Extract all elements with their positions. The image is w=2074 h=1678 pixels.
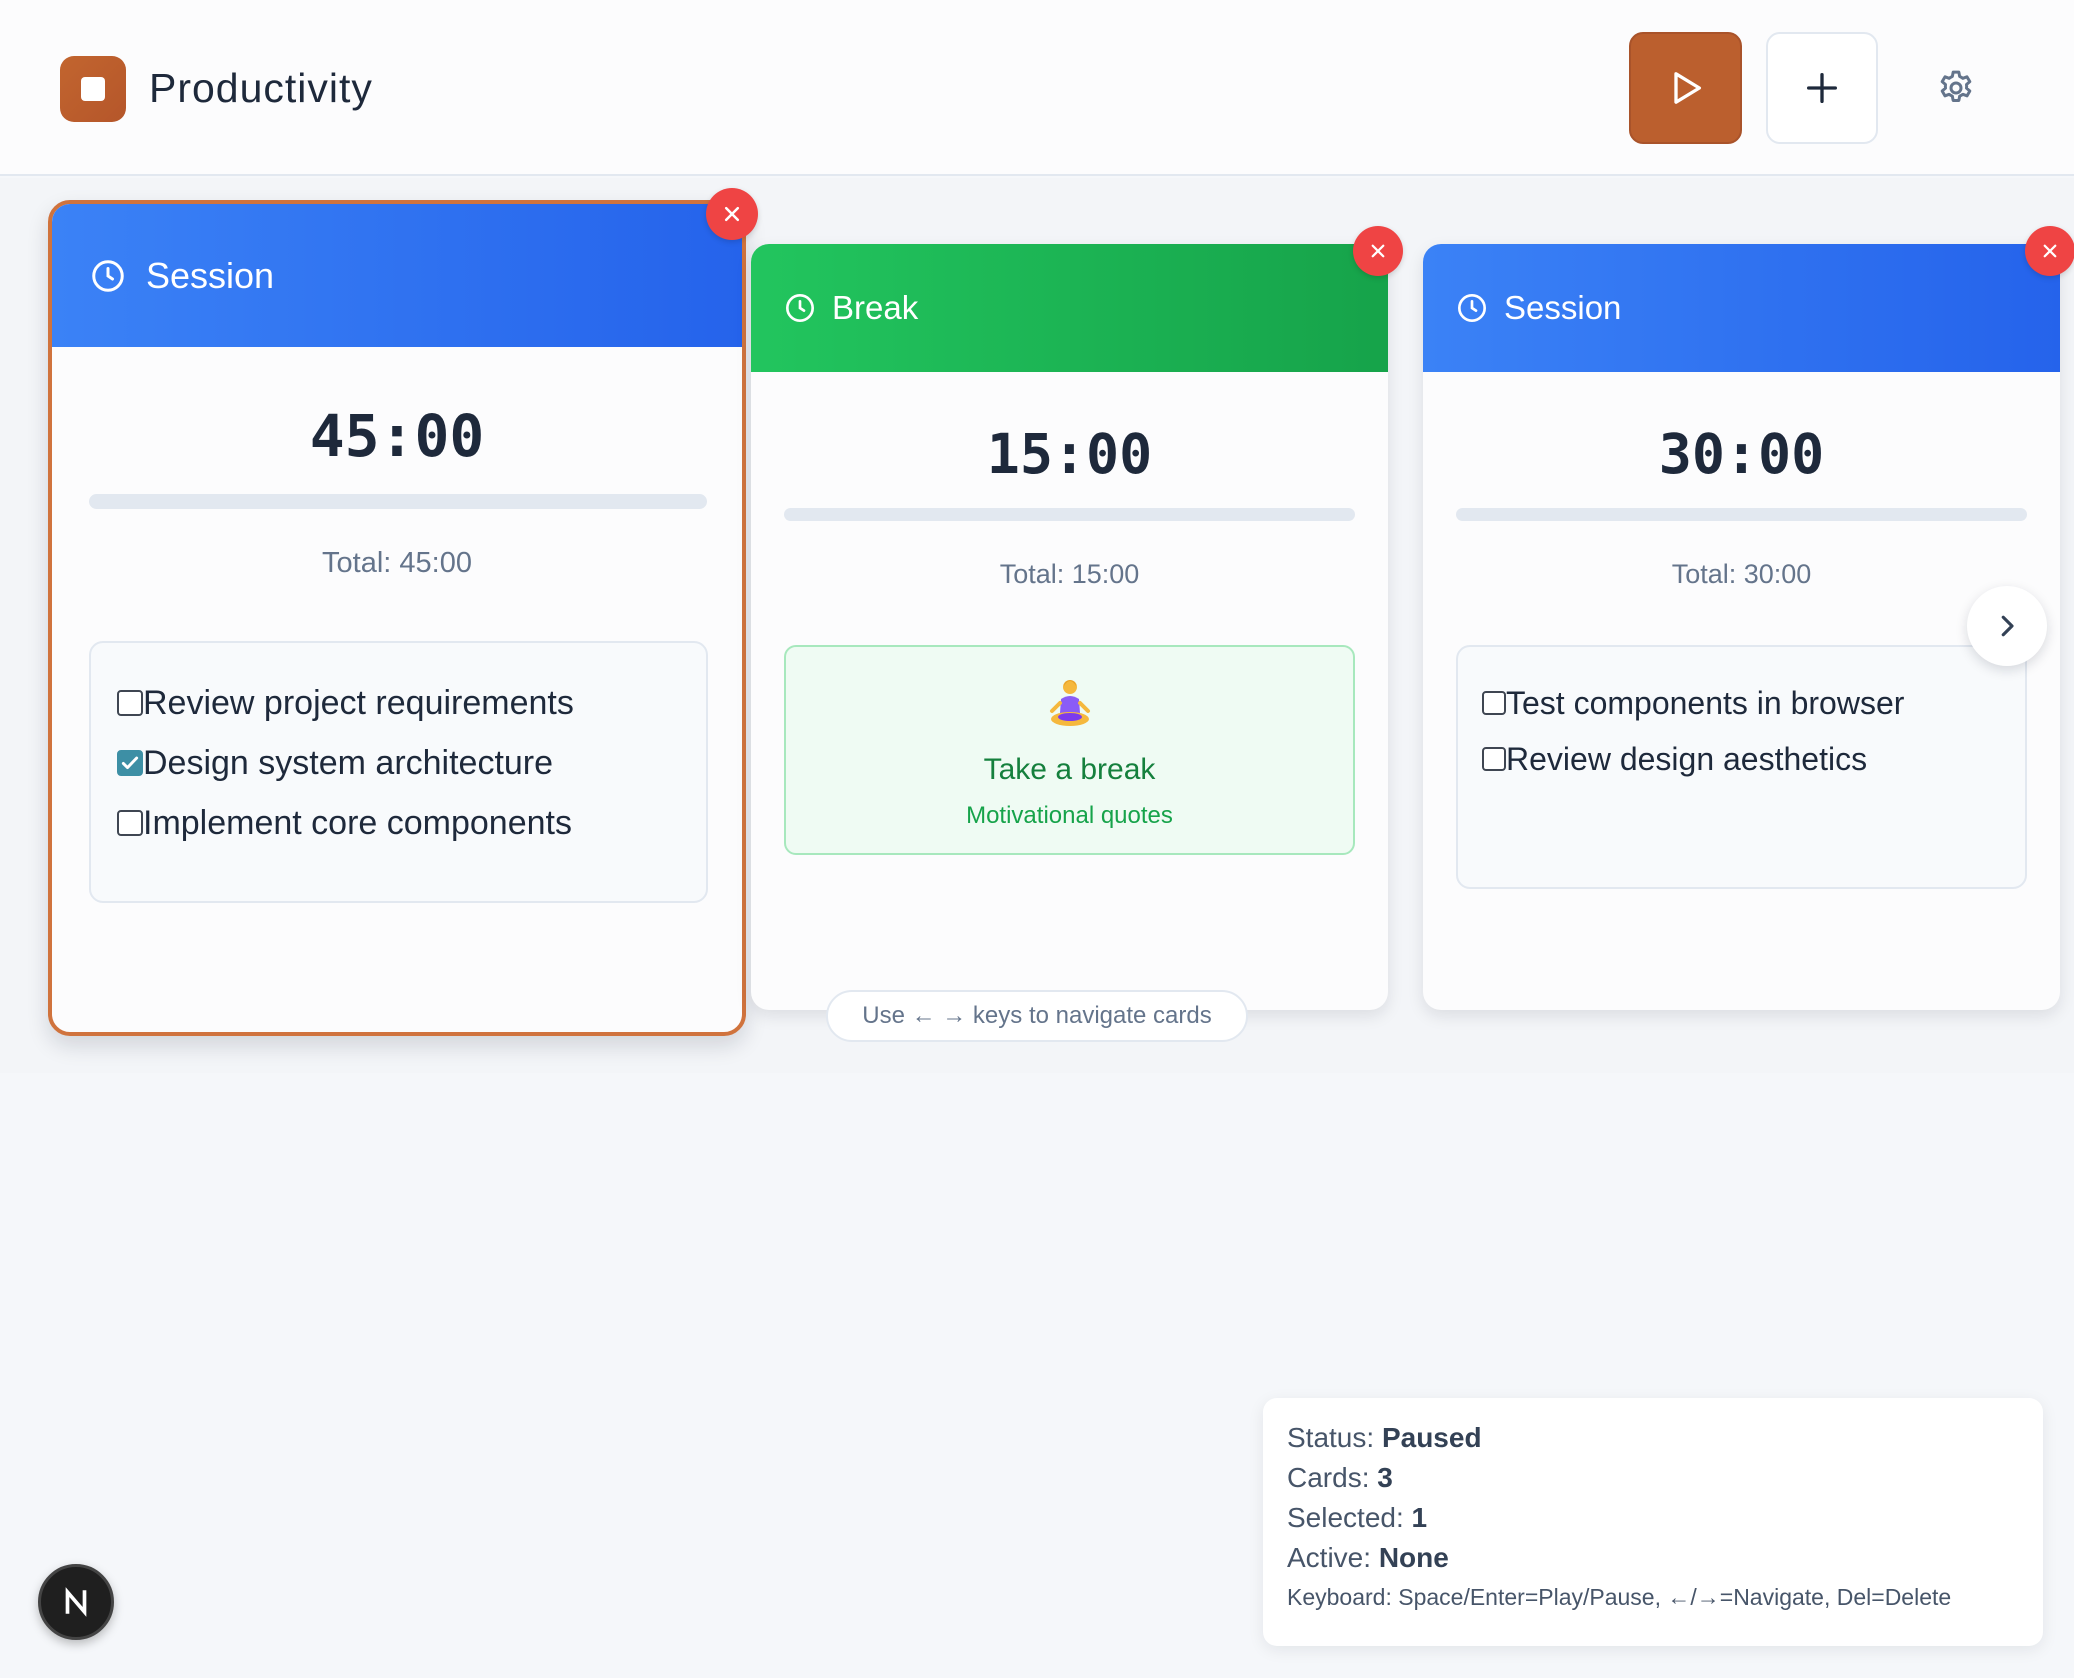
gear-icon — [1940, 70, 1972, 102]
delete-card-button[interactable] — [1353, 226, 1403, 276]
close-icon — [724, 206, 740, 222]
task-checkbox[interactable] — [1482, 747, 1506, 771]
task-checkbox[interactable] — [117, 690, 143, 716]
checkmark-icon — [121, 756, 139, 770]
nextjs-logo-icon — [65, 1587, 87, 1617]
break-subtitle: Motivational quotes — [966, 802, 1173, 829]
timer-card-break[interactable]: Break 15:00 Total: 15:00 Take a break Mo… — [751, 244, 1388, 1010]
active-value: None — [1378, 1542, 1449, 1573]
status-panel: Status: Paused Cards: 3 Selected: 1 Acti… — [1263, 1398, 2043, 1646]
clock-icon — [92, 259, 124, 292]
play-icon — [1673, 72, 1701, 104]
task-checkbox[interactable] — [117, 750, 143, 776]
timer-card-session-2[interactable]: Session 30:00 Total: 30:00 Test componen… — [1423, 244, 2060, 1010]
card-type-label: Session — [146, 254, 275, 296]
task-item[interactable]: Implement core components — [117, 793, 706, 853]
timer-display: 15:00 — [986, 422, 1153, 486]
clock-icon — [1458, 294, 1486, 322]
delete-card-button[interactable] — [2025, 226, 2074, 276]
timer-display: 45:00 — [309, 402, 485, 470]
app-logo-icon — [60, 56, 126, 122]
task-list: Test components in browser Review design… — [1456, 645, 2027, 889]
task-label: Review design aesthetics — [1506, 740, 1868, 777]
settings-button[interactable] — [1930, 62, 1982, 114]
total-time: Total: 15:00 — [999, 559, 1140, 589]
card-header: Session — [1423, 244, 2060, 372]
break-title: Take a break — [983, 753, 1156, 786]
task-label: Implement core components — [143, 803, 572, 842]
task-label: Review project requirements — [143, 683, 574, 722]
task-checkbox[interactable] — [1482, 691, 1506, 715]
app-header: Productivity — [0, 0, 2074, 176]
task-label: Design system architecture — [143, 743, 554, 782]
clock-icon — [786, 294, 814, 322]
selected-value: 1 — [1411, 1502, 1428, 1533]
progress-bar — [1456, 508, 2027, 521]
task-item[interactable]: Test components in browser — [1482, 675, 2025, 731]
task-list: Review project requirements Design syste… — [89, 641, 708, 903]
next-card-button[interactable] — [1967, 586, 2047, 666]
timer-card-session-1[interactable]: Session 45:00 Total: 45:00 Review projec… — [48, 200, 746, 1036]
progress-bar — [784, 508, 1355, 521]
selected-row: Selected: 1 — [1287, 1502, 1428, 1533]
dev-tools-button[interactable] — [38, 1564, 114, 1640]
card-type-label: Break — [832, 289, 919, 326]
close-icon — [1371, 244, 1385, 258]
cards-count-row: Cards: 3 — [1287, 1462, 1393, 1493]
progress-bar — [89, 494, 707, 509]
task-checkbox[interactable] — [117, 810, 143, 836]
timer-display: 30:00 — [1658, 422, 1825, 486]
total-time: Total: 30:00 — [1671, 559, 1812, 589]
add-card-button[interactable] — [1766, 32, 1878, 144]
close-icon — [2043, 244, 2057, 258]
status-value: Paused — [1381, 1422, 1482, 1453]
chevron-right-icon — [2001, 615, 2014, 637]
card-header: Break — [751, 244, 1388, 372]
cards-count-value: 3 — [1377, 1462, 1393, 1493]
task-item[interactable]: Review project requirements — [117, 673, 706, 733]
card-header: Session — [52, 204, 742, 347]
task-item[interactable]: Review design aesthetics — [1482, 731, 2025, 787]
keyboard-shortcuts: Keyboard: Space/Enter=Play/Pause, ←/→=Na… — [1287, 1584, 1952, 1610]
total-time: Total: 45:00 — [322, 547, 472, 579]
break-suggestion: Take a break Motivational quotes — [784, 645, 1355, 855]
meditating-person-icon — [786, 677, 1353, 729]
keyboard-hint: Use ← → keys to navigate cards — [826, 990, 1248, 1042]
app-title: Productivity — [149, 65, 373, 111]
task-label: Test components in browser — [1506, 684, 1905, 721]
card-type-label: Session — [1504, 289, 1622, 326]
plus-icon — [1807, 73, 1837, 104]
active-row: Active: None — [1287, 1542, 1449, 1573]
delete-card-button[interactable] — [706, 188, 758, 240]
play-button[interactable] — [1629, 32, 1742, 144]
status-row: Status: Paused — [1287, 1422, 1482, 1453]
task-item[interactable]: Design system architecture — [117, 733, 706, 793]
